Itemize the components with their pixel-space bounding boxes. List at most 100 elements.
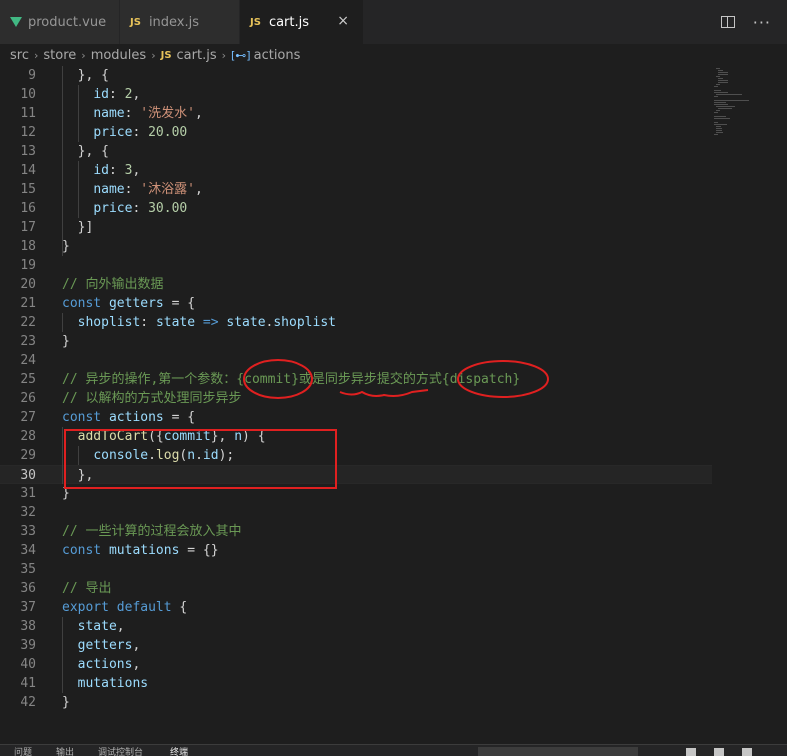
code-line[interactable]: 19: [0, 256, 712, 275]
code-line[interactable]: 11 name: '洗发水',: [0, 104, 712, 123]
code-line[interactable]: 12 price: 20.00: [0, 123, 712, 142]
add-terminal-icon[interactable]: [686, 748, 696, 756]
minimap-line: [714, 118, 730, 119]
js-file-icon: JS: [130, 16, 141, 28]
breadcrumb-item-src[interactable]: src: [10, 48, 29, 63]
code-line[interactable]: 26 // 以解构的方式处理同步异步: [0, 389, 712, 408]
line-code: // 一些计算的过程会放入其中: [62, 524, 242, 539]
terminal-select[interactable]: [478, 747, 638, 756]
code-line[interactable]: 15 name: '沐浴露',: [0, 180, 712, 199]
code-line[interactable]: 37 export default {: [0, 598, 712, 617]
tab-cart-js[interactable]: JS cart.js ×: [240, 0, 364, 44]
minimap-line: [718, 78, 723, 79]
minimap-line: [714, 100, 750, 101]
line-number: 35: [20, 562, 36, 577]
code-line[interactable]: 38 state,: [0, 617, 712, 636]
code-line[interactable]: 14 id: 3,: [0, 161, 712, 180]
code-line[interactable]: 20 // 向外输出数据: [0, 275, 712, 294]
line-code: shoplist: state => state.shoplist: [77, 315, 336, 330]
line-code: // 导出: [62, 581, 112, 596]
tab-label: cart.js: [268, 14, 310, 30]
line-number: 39: [20, 638, 36, 653]
split-terminal-icon[interactable]: [714, 748, 724, 756]
code-line[interactable]: 39 getters,: [0, 636, 712, 655]
code-line[interactable]: 36 // 导出: [0, 579, 712, 598]
code-line[interactable]: 13 }, {: [0, 142, 712, 161]
code-line[interactable]: 10 id: 2,: [0, 85, 712, 104]
line-code: id: 2,: [93, 87, 141, 102]
line-number: 25: [20, 372, 36, 387]
trash-icon[interactable]: [742, 748, 752, 756]
close-icon[interactable]: ×: [337, 13, 349, 29]
indent-guide: [62, 427, 63, 484]
code-line[interactable]: 29 console.log(n.id);: [0, 446, 712, 465]
code-line[interactable]: 23}: [0, 332, 712, 351]
line-number: 15: [20, 182, 36, 197]
minimap-line: [718, 108, 733, 109]
minimap-line: [716, 128, 723, 129]
minimap-line: [714, 124, 727, 125]
code-line[interactable]: 18}: [0, 237, 712, 256]
line-code: // 以解构的方式处理同步异步: [62, 391, 242, 406]
minimap-line: [716, 76, 720, 77]
tab-index-js[interactable]: JS index.js: [120, 0, 240, 44]
code-line[interactable]: 24: [0, 351, 712, 370]
code-line[interactable]: 9 }, {: [0, 66, 712, 85]
chevron-right-icon: ›: [81, 48, 86, 62]
breadcrumb-item-file[interactable]: cart.js: [177, 48, 217, 63]
line-code: console.log(n.id);: [93, 448, 235, 463]
code-line[interactable]: 35: [0, 560, 712, 579]
code-line[interactable]: 41 mutations: [0, 674, 712, 693]
line-number: 34: [20, 543, 36, 558]
minimap-line: [718, 74, 728, 75]
breadcrumb-item-store[interactable]: store: [43, 48, 76, 63]
chevron-right-icon: ›: [33, 48, 39, 62]
more-actions-icon[interactable]: ···: [753, 13, 771, 32]
line-number: 41: [20, 676, 36, 691]
line-number: 16: [20, 201, 36, 216]
code-line[interactable]: 16 price: 30.00: [0, 199, 712, 218]
line-code: }, {: [62, 68, 109, 83]
tab-product-vue[interactable]: product.vue: [0, 0, 120, 44]
code-line[interactable]: 31}: [0, 484, 712, 503]
line-number: 23: [20, 334, 36, 349]
line-number: 21: [20, 296, 36, 311]
code-line[interactable]: 17 }]: [0, 218, 712, 237]
line-number: 14: [20, 163, 36, 178]
js-file-icon: JS: [250, 16, 261, 28]
breadcrumb-item-symbol[interactable]: actions: [254, 48, 301, 63]
line-number: 26: [20, 391, 36, 406]
minimap[interactable]: [712, 66, 787, 186]
minimap-line: [716, 130, 723, 131]
code-line[interactable]: 30 },: [0, 465, 712, 484]
panel-tab-problems[interactable]: 问题: [14, 745, 32, 756]
code-editor[interactable]: 9 }, {10 id: 2, 11 name: '洗发水', 12 price: …: [0, 66, 787, 744]
code-line[interactable]: 28 addToCart({commit}, n) {: [0, 427, 712, 446]
panel-tab-output[interactable]: 输出: [56, 745, 74, 756]
line-code: price: 20.00: [93, 125, 188, 140]
minimap-line: [716, 106, 736, 107]
minimap-line: [716, 84, 720, 85]
line-code: getters,: [77, 638, 141, 653]
code-line[interactable]: 40 actions,: [0, 655, 712, 674]
minimap-line: [716, 110, 720, 111]
code-line[interactable]: 42}: [0, 693, 712, 712]
line-number: 9: [28, 68, 36, 83]
minimap-line: [716, 68, 720, 69]
code-line[interactable]: 34 const mutations = {}: [0, 541, 712, 560]
code-line[interactable]: 32: [0, 503, 712, 522]
code-line[interactable]: 33 // 一些计算的过程会放入其中: [0, 522, 712, 541]
split-editor-icon[interactable]: [720, 16, 735, 28]
code-line[interactable]: 27 const actions = {: [0, 408, 712, 427]
panel-tab-terminal[interactable]: 终端: [170, 745, 188, 756]
line-code: price: 30.00: [93, 201, 188, 216]
line-code: id: 3,: [93, 163, 141, 178]
line-number: 24: [20, 353, 36, 368]
minimap-line: [716, 126, 721, 127]
code-line[interactable]: 22 shoplist: state => state.shoplist: [0, 313, 712, 332]
code-line[interactable]: 21 const getters = {: [0, 294, 712, 313]
code-line[interactable]: 25 // 异步的操作,第一个参数：{commit}或是同步异步提交的方式{dis…: [0, 370, 712, 389]
breadcrumb-item-modules[interactable]: modules: [91, 48, 147, 63]
panel-tab-debug-console[interactable]: 调试控制台: [98, 745, 143, 756]
indent-guide: [78, 85, 79, 142]
